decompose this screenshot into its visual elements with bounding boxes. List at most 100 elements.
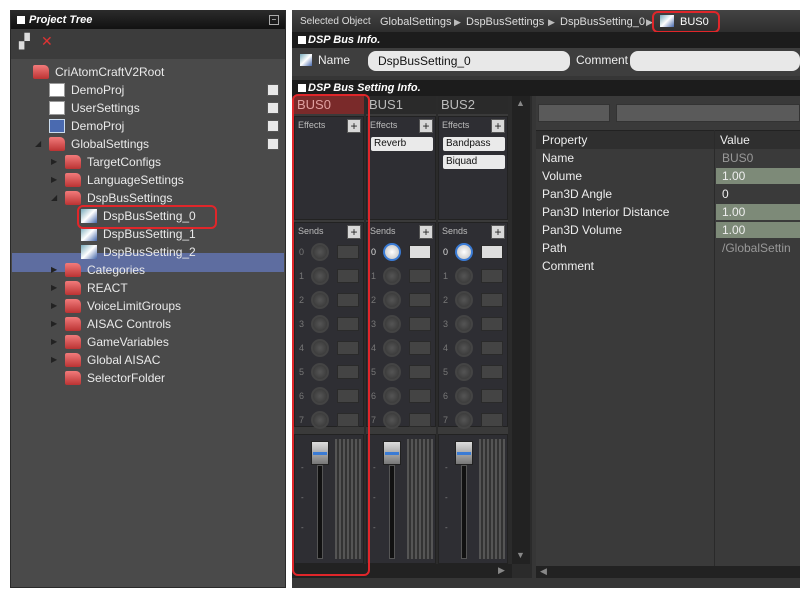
tree-node-categories[interactable]: ▶ Categories xyxy=(51,261,145,279)
tree-node-selectorfolder[interactable]: SelectorFolder xyxy=(65,369,165,387)
add-send-button[interactable]: + xyxy=(491,225,505,239)
volume-fader-handle[interactable] xyxy=(383,441,401,465)
property-row-pan3d-volume[interactable]: Pan3D Volume 1.00 xyxy=(536,221,800,239)
collapse-arrow-icon[interactable]: ▶ xyxy=(51,297,57,315)
send-level-knob[interactable] xyxy=(455,267,473,285)
property-value[interactable]: 1.00 xyxy=(716,222,800,238)
send-target-button[interactable] xyxy=(481,293,503,307)
collapse-arrow-icon[interactable]: ▶ xyxy=(51,153,57,171)
tree-add-icon[interactable]: ▞ xyxy=(19,33,30,50)
scroll-left-icon[interactable]: ◀ xyxy=(540,566,547,577)
tree-node-voicelimitgroups[interactable]: ▶ VoiceLimitGroups xyxy=(51,297,181,315)
property-value[interactable]: 0 xyxy=(716,186,800,202)
breadcrumb-item[interactable]: GlobalSettings xyxy=(380,10,452,34)
add-effect-button[interactable]: + xyxy=(419,119,433,133)
collapse-arrow-icon[interactable]: ▶ xyxy=(51,171,57,189)
send-target-button[interactable] xyxy=(409,413,431,427)
property-row-comment[interactable]: Comment xyxy=(536,257,800,275)
tree-node-languagesettings[interactable]: ▶ LanguageSettings xyxy=(51,171,184,189)
tree-node-demoproj[interactable]: DemoProj xyxy=(49,81,124,99)
property-value[interactable] xyxy=(716,258,800,274)
tree-node-gamevariables[interactable]: ▶ GameVariables xyxy=(51,333,169,351)
send-level-knob[interactable] xyxy=(383,243,401,261)
breadcrumb-item[interactable]: DspBusSettings xyxy=(466,10,544,34)
tree-node-demoproj-2[interactable]: DemoProj xyxy=(49,117,124,135)
send-target-button[interactable] xyxy=(409,341,431,355)
send-target-button[interactable] xyxy=(409,293,431,307)
send-level-knob[interactable] xyxy=(383,411,401,429)
comment-field[interactable] xyxy=(630,51,800,71)
send-target-button[interactable] xyxy=(409,269,431,283)
save-icon[interactable] xyxy=(267,120,279,132)
send-target-button[interactable] xyxy=(481,389,503,403)
send-level-knob[interactable] xyxy=(455,411,473,429)
send-level-knob[interactable] xyxy=(383,387,401,405)
minimize-icon[interactable]: – xyxy=(269,15,279,25)
send-target-button[interactable] xyxy=(409,365,431,379)
tree-node-root[interactable]: CriAtomCraftV2Root xyxy=(33,63,164,81)
send-level-knob[interactable] xyxy=(455,291,473,309)
send-target-button[interactable] xyxy=(481,269,503,283)
send-level-knob[interactable] xyxy=(455,363,473,381)
scroll-right-icon[interactable]: ▶ xyxy=(498,565,505,576)
expand-arrow-icon[interactable]: ◢ xyxy=(51,189,57,207)
delete-icon[interactable]: ✕ xyxy=(41,33,53,50)
property-horizontal-scrollbar[interactable]: ◀ xyxy=(536,566,800,578)
collapse-arrow-icon[interactable]: ▶ xyxy=(51,333,57,351)
breadcrumb-item[interactable]: DspBusSetting_0 xyxy=(560,10,645,34)
scroll-up-icon[interactable]: ▲ xyxy=(516,98,525,108)
save-icon[interactable] xyxy=(267,138,279,150)
effect-item[interactable]: Biquad xyxy=(443,155,505,169)
save-icon[interactable] xyxy=(267,102,279,114)
tree-node-targetconfigs[interactable]: ▶ TargetConfigs xyxy=(51,153,161,171)
expand-arrow-icon[interactable]: ◢ xyxy=(35,135,41,153)
send-level-knob[interactable] xyxy=(455,315,473,333)
send-level-knob[interactable] xyxy=(383,363,401,381)
send-target-button[interactable] xyxy=(481,413,503,427)
effect-item[interactable]: Bandpass xyxy=(443,137,505,151)
tree-node-globalsettings[interactable]: ◢ GlobalSettings xyxy=(35,135,149,153)
add-effect-button[interactable]: + xyxy=(491,119,505,133)
property-row-path[interactable]: Path/GlobalSettin xyxy=(536,239,800,257)
property-row-volume[interactable]: Volume 1.00 xyxy=(536,167,800,185)
volume-fader-handle[interactable] xyxy=(455,441,473,465)
send-level-knob[interactable] xyxy=(383,339,401,357)
tree-node-aisac-controls[interactable]: ▶ AISAC Controls xyxy=(51,315,171,333)
property-row-pan3d-angle[interactable]: Pan3D Angle 0 xyxy=(536,185,800,203)
send-level-knob[interactable] xyxy=(383,267,401,285)
tree-node-react[interactable]: ▶ REACT xyxy=(51,279,128,297)
send-level-knob[interactable] xyxy=(455,387,473,405)
property-row-name[interactable]: Name BUS0 xyxy=(536,149,800,167)
tree-node-global-aisac[interactable]: ▶ Global AISAC xyxy=(51,351,160,369)
property-value[interactable]: 1.00 xyxy=(716,204,800,220)
bus-name[interactable]: BUS1 xyxy=(366,96,436,114)
send-target-button[interactable] xyxy=(481,245,503,259)
send-target-button[interactable] xyxy=(481,317,503,331)
save-icon[interactable] xyxy=(267,84,279,96)
send-target-button[interactable] xyxy=(409,245,431,259)
add-send-button[interactable]: + xyxy=(419,225,433,239)
collapse-arrow-icon[interactable]: ▶ xyxy=(51,315,57,333)
tree-node-usersettings[interactable]: UserSettings xyxy=(49,99,140,117)
mixer-vertical-scrollbar[interactable]: ▲ ▼ xyxy=(512,96,530,564)
bus-name[interactable]: BUS2 xyxy=(438,96,508,114)
send-level-knob[interactable] xyxy=(455,243,473,261)
collapse-arrow-icon[interactable]: ▶ xyxy=(51,279,57,297)
column-divider[interactable] xyxy=(714,130,715,566)
property-toolbar-button[interactable] xyxy=(538,104,610,122)
send-level-knob[interactable] xyxy=(383,315,401,333)
collapse-arrow-icon[interactable]: ▶ xyxy=(51,261,57,279)
name-field[interactable]: DspBusSetting_0 xyxy=(368,51,570,71)
send-target-button[interactable] xyxy=(409,389,431,403)
send-target-button[interactable] xyxy=(481,341,503,355)
effect-item[interactable]: Reverb xyxy=(371,137,433,151)
send-target-button[interactable] xyxy=(481,365,503,379)
scroll-down-icon[interactable]: ▼ xyxy=(516,550,525,560)
tree-node-dspbussetting-2[interactable]: DspBusSetting_2 xyxy=(81,243,196,261)
send-target-button[interactable] xyxy=(409,317,431,331)
property-row-pan3d-interior-distance[interactable]: Pan3D Interior Distance 1.00 xyxy=(536,203,800,221)
property-toolbar-button[interactable] xyxy=(616,104,800,122)
send-level-knob[interactable] xyxy=(383,291,401,309)
property-value[interactable]: 1.00 xyxy=(716,168,800,184)
collapse-arrow-icon[interactable]: ▶ xyxy=(51,351,57,369)
